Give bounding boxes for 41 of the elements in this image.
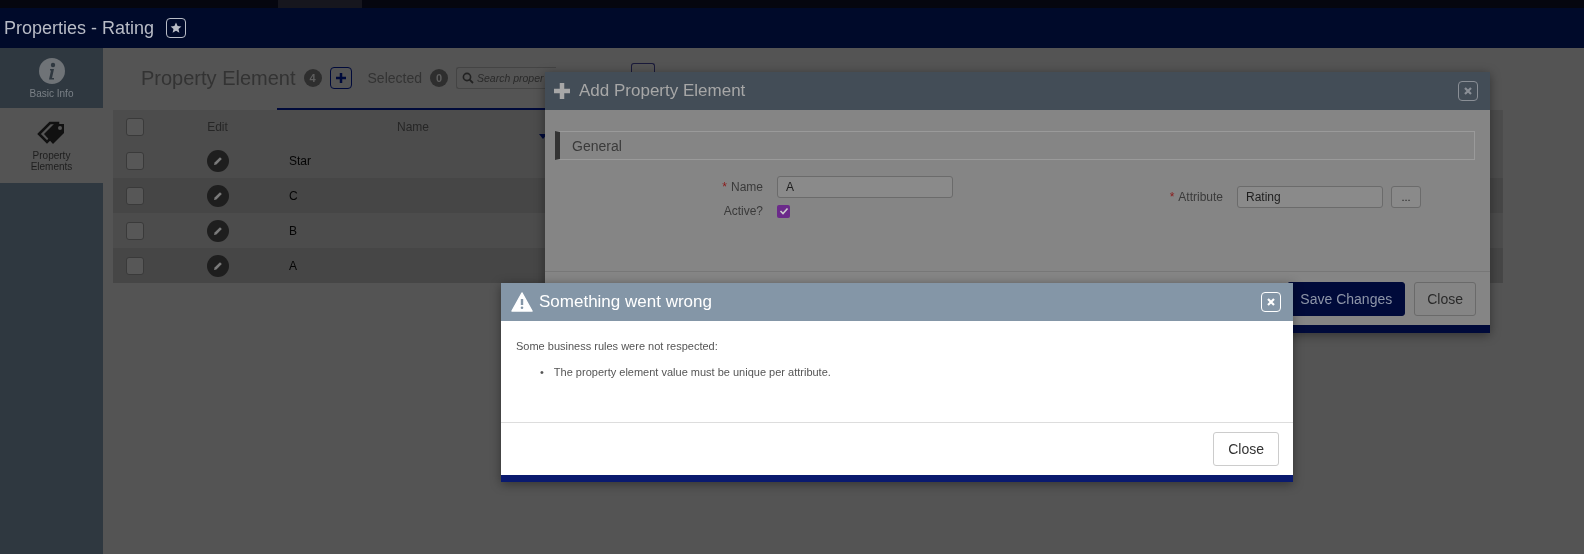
add-button[interactable] [329, 67, 352, 89]
row-checkbox[interactable] [126, 221, 144, 240]
edit-icon[interactable] [206, 254, 229, 277]
close-button[interactable]: Close [1213, 432, 1279, 466]
active-checkbox[interactable] [777, 204, 790, 218]
row-checkbox[interactable] [126, 186, 144, 205]
edit-icon[interactable] [206, 149, 229, 172]
table-cell: A [289, 258, 297, 273]
warning-icon [511, 292, 533, 312]
info-icon [38, 57, 65, 84]
error-message: Some business rules were not respected: [516, 339, 719, 353]
row-checkbox[interactable] [126, 151, 144, 170]
lookup-button[interactable]: ... [1391, 186, 1421, 208]
edit-icon[interactable] [206, 219, 229, 242]
close-button[interactable]: Close [1414, 281, 1476, 316]
page-title: Properties - Rating [4, 17, 155, 39]
save-button[interactable]: Save Changes [1287, 281, 1406, 316]
search-icon [462, 72, 474, 84]
table-cell: B [289, 223, 297, 238]
sidebar-item[interactable]: Basic Info [0, 48, 103, 108]
table-cell: C [289, 188, 298, 203]
close-icon [1463, 86, 1473, 96]
error-item: The property element value must be unique per attribute. [553, 365, 831, 379]
text-field[interactable]: Rating [1237, 186, 1383, 208]
select-all-checkbox[interactable] [126, 117, 144, 136]
close-icon [1266, 297, 1276, 307]
field-label: * Name [721, 180, 763, 194]
dialog-title: Something went wrong [539, 292, 712, 312]
bullet: • [540, 365, 544, 379]
field-label: Active? [722, 204, 763, 218]
row-checkbox[interactable] [126, 256, 144, 275]
table-cell: Star [289, 153, 311, 168]
text-field[interactable]: A [777, 176, 953, 198]
plus-icon [553, 82, 571, 100]
section-header: General [555, 131, 1475, 160]
field-label: * Attribute [1168, 190, 1223, 204]
plus-icon [334, 72, 347, 84]
edit-icon[interactable] [206, 184, 229, 207]
close-button[interactable] [1458, 81, 1478, 101]
dialog-title: Add Property Element [579, 81, 746, 101]
toolbar-button[interactable] [631, 63, 655, 72]
